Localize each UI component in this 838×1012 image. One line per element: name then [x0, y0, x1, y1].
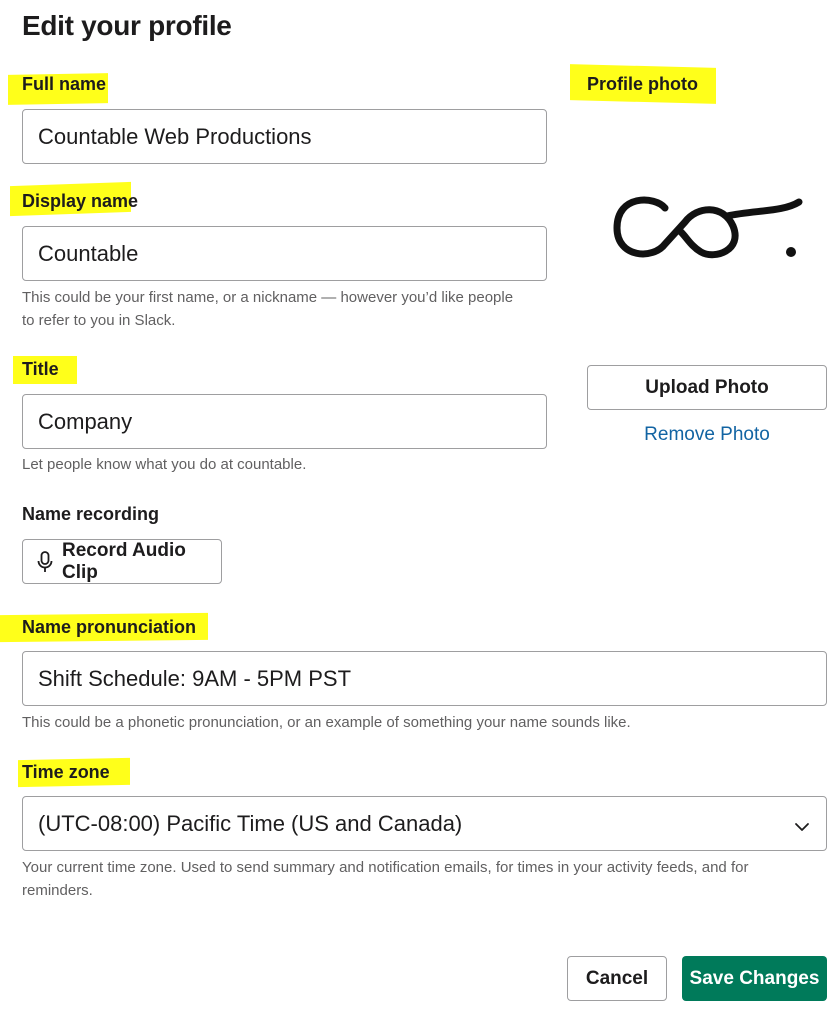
display-name-hint: This could be your first name, or a nick…: [22, 286, 513, 332]
chevron-down-icon: [794, 815, 810, 841]
title-field[interactable]: [38, 395, 546, 448]
time-zone-hint: Your current time zone. Used to send sum…: [22, 856, 748, 902]
cancel-button[interactable]: Cancel: [567, 956, 667, 1001]
display-name-hint-line1: This could be your first name, or a nick…: [22, 289, 514, 306]
profile-photo: [605, 186, 810, 271]
profile-photo-label: Profile photo: [587, 74, 698, 94]
title-label: Title: [22, 359, 59, 379]
display-name-hint-line2: to refer to you in Slack.: [22, 312, 176, 329]
full-name-input[interactable]: [22, 109, 547, 164]
time-zone-hint-line2: reminders.: [22, 882, 93, 899]
time-zone-hint-line1: Your current time zone. Used to send sum…: [22, 859, 749, 876]
name-pronunciation-hint: This could be a phonetic pronunciation, …: [22, 714, 631, 731]
save-changes-button[interactable]: Save Changes: [682, 956, 827, 1001]
record-audio-clip-label: Record Audio Clip: [62, 539, 186, 583]
display-name-field[interactable]: [38, 227, 546, 280]
time-zone-select[interactable]: (UTC-08:00) Pacific Time (US and Canada): [22, 796, 827, 851]
name-pronunciation-field[interactable]: [38, 652, 826, 705]
upload-photo-button[interactable]: Upload Photo: [587, 365, 827, 410]
record-audio-clip-button[interactable]: Record Audio Clip: [22, 539, 222, 584]
name-pronunciation-input[interactable]: [22, 651, 827, 706]
microphone-icon: [37, 550, 53, 573]
full-name-label: Full name: [22, 74, 107, 94]
full-name-field[interactable]: [38, 110, 546, 163]
name-recording-label: Name recording: [22, 504, 160, 524]
time-zone-selected-value: (UTC-08:00) Pacific Time (US and Canada): [38, 810, 463, 836]
title-hint: Let people know what you do at countable…: [22, 456, 307, 473]
countable-logo: [613, 196, 803, 259]
page-title: Edit your profile: [22, 10, 232, 41]
display-name-label: Display name: [22, 191, 139, 211]
remove-photo-link[interactable]: Remove Photo: [587, 424, 827, 446]
time-zone-label: Time zone: [22, 762, 110, 782]
title-input[interactable]: [22, 394, 547, 449]
display-name-input[interactable]: [22, 226, 547, 281]
name-pronunciation-label: Name pronunciation: [22, 617, 197, 637]
